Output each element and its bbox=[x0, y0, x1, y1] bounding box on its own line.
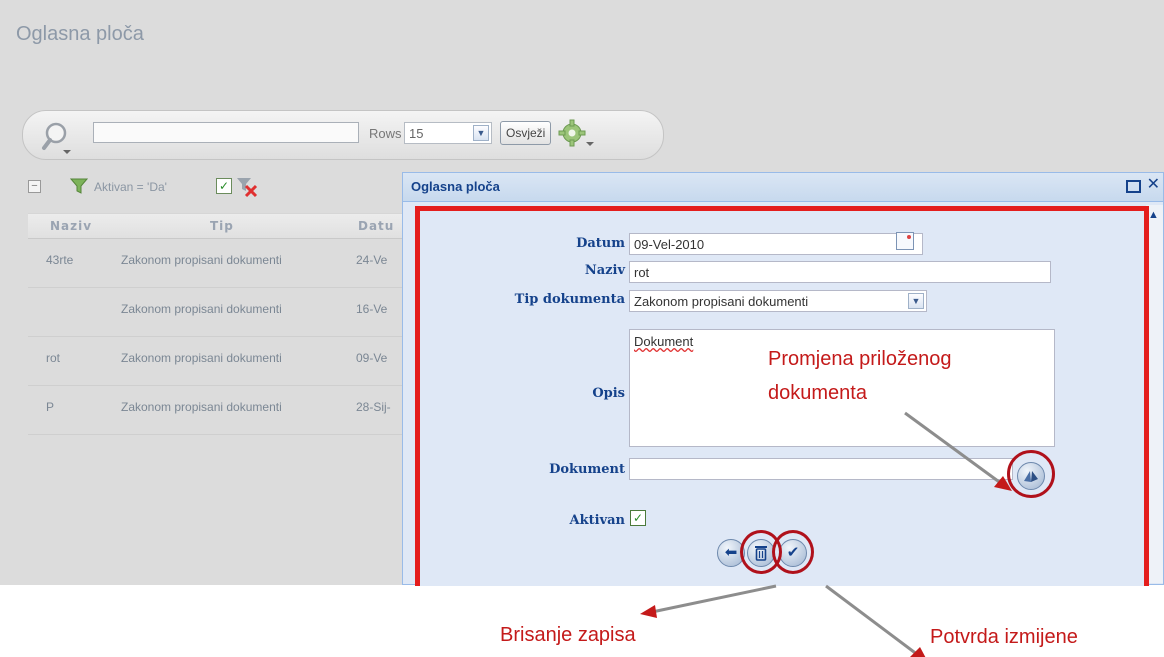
annotation-confirm: Potvrda izmijene bbox=[930, 626, 1078, 648]
annotation-change-doc-line2: dokumenta bbox=[768, 382, 867, 404]
annotation-delete: Brisanje zapisa bbox=[500, 624, 636, 646]
annotation-change-doc-line1: Promjena priloženog bbox=[768, 348, 952, 370]
annotation-arrows bbox=[640, 411, 1012, 657]
